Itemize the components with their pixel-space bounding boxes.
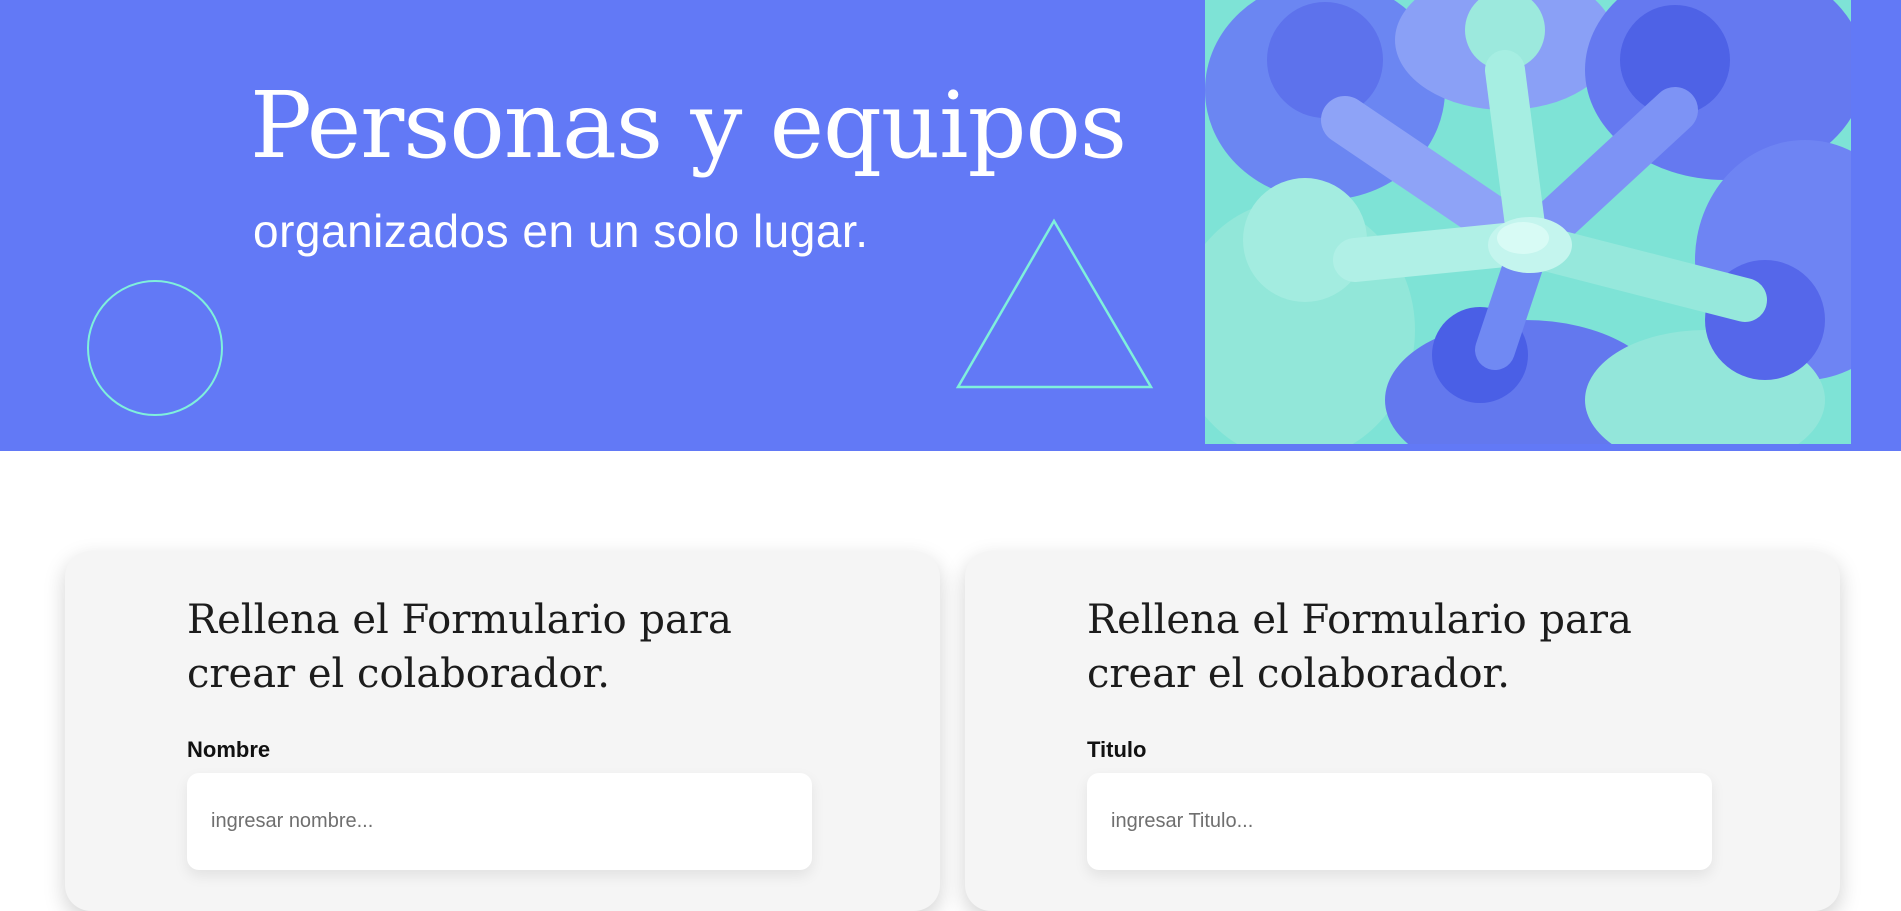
collaborator-form-card: Rellena el Formulario para crear el cola…	[65, 551, 940, 911]
title-input[interactable]	[1087, 773, 1712, 870]
form-heading: Rellena el Formulario para crear el cola…	[1087, 597, 1632, 697]
title-form-card: Rellena el Formulario para crear el cola…	[965, 551, 1840, 911]
name-field-label: Nombre	[187, 737, 271, 762]
hero-banner: Personas y equipos organizados en un sol…	[0, 0, 1901, 451]
decorative-circle	[87, 280, 223, 416]
hero-title: Personas y equipos	[250, 72, 1127, 179]
team-hands-together-photo	[1205, 0, 1851, 444]
hero-subtitle: organizados en un solo lugar.	[253, 205, 869, 257]
title-field-label: Titulo	[1087, 737, 1147, 762]
form-heading: Rellena el Formulario para crear el cola…	[187, 597, 732, 697]
decorative-triangle	[955, 218, 1154, 389]
name-input[interactable]	[187, 773, 812, 870]
